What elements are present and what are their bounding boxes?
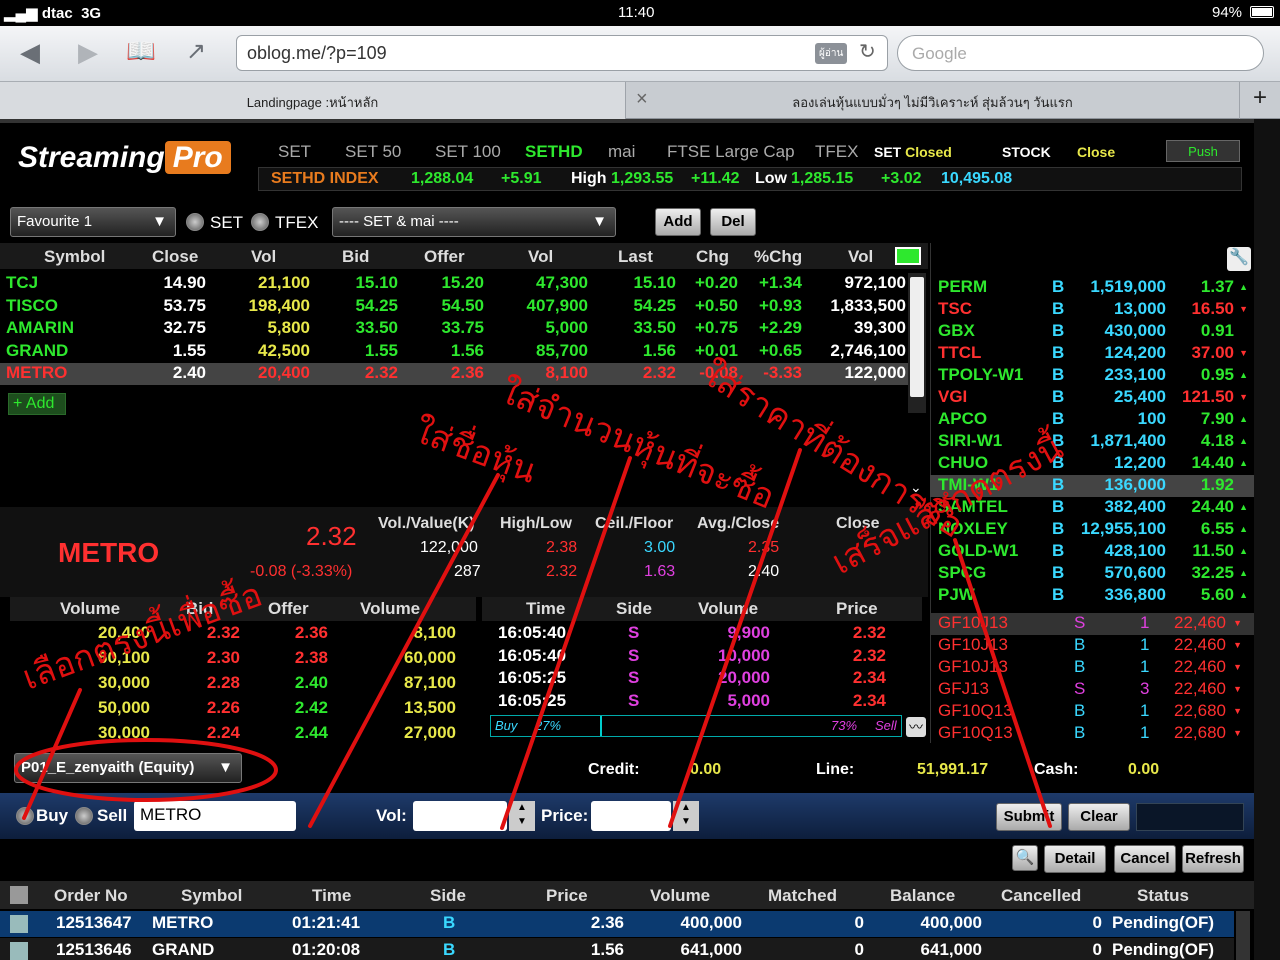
annotation-buy: เลือกตรงนี้เพื่อซื้อ	[16, 570, 268, 698]
arrow-volume	[500, 456, 632, 830]
annotation-symbol: ใส่ชื่อหุ้น	[409, 407, 543, 492]
tutorial-overlay: ใส่ชื่อหุ้น ใส่จำนวนหุ้นที่จะซื้อ ใส่ราค…	[14, 349, 1070, 830]
arrow-symbol	[308, 473, 500, 828]
arrow-submit	[953, 538, 1052, 828]
arrow-price	[668, 448, 802, 828]
account-circle	[14, 738, 278, 802]
